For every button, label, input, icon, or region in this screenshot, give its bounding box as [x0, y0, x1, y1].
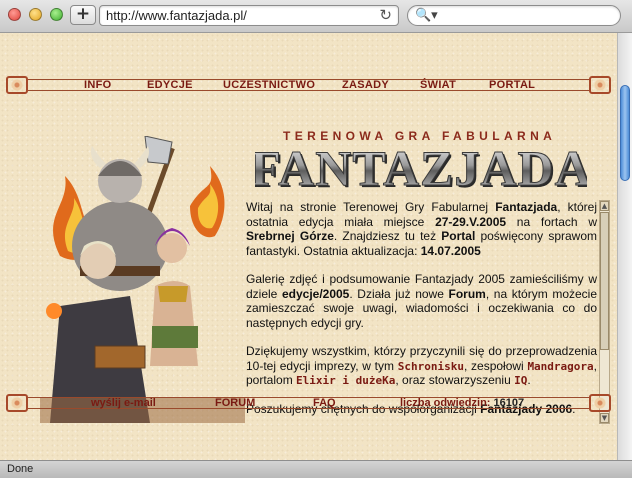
search-icon[interactable]: 🔍▾ [415, 7, 438, 24]
site-logo: FANTAZJADA FANTAZJADA [255, 140, 587, 199]
new-tab-icon: + [75, 4, 91, 24]
girl-top [158, 286, 188, 302]
search-field[interactable]: 🔍▾ [407, 5, 621, 26]
text-run: Witaj na stronie Terenowej Gry Fabularne… [246, 200, 496, 214]
nav-send-email[interactable]: wyślij e-mail [91, 397, 156, 409]
text-run: . [527, 373, 531, 387]
scroll-down-icon[interactable]: ▼ [600, 413, 609, 423]
nav-zasady[interactable]: ZASADY [342, 79, 389, 91]
axe-blade [144, 136, 173, 165]
visit-counter: liczba odwiedzin: 16107 [400, 397, 524, 409]
nav-portal[interactable]: PORTAL [489, 79, 535, 91]
text-run: , oraz stowarzyszeniu [395, 373, 515, 387]
bottom-navigation: wyślij e-mail FORUM FAQ liczba odwiedzin… [6, 394, 611, 412]
ornament-left-bottom [6, 394, 28, 412]
bold-text: edycje/2005 [281, 286, 350, 301]
paragraph-welcome: Witaj na stronie Terenowej Gry Fabularne… [246, 200, 597, 258]
page-scrollbar[interactable] [617, 33, 632, 460]
ornament-right [589, 76, 611, 94]
partner-link[interactable]: IQ [514, 374, 527, 387]
nav-info[interactable]: INFO [84, 79, 111, 91]
status-bar: Done [0, 460, 632, 478]
nav-swiat[interactable]: ŚWIAT [420, 79, 456, 91]
nav-edycje[interactable]: EDYCJE [147, 79, 193, 91]
ornament-right-bottom [589, 394, 611, 412]
bold-text: Srebrnej Górze [246, 229, 334, 243]
bold-text: 27-29.V.2005 [435, 214, 507, 229]
text-scroll-thumb[interactable] [600, 212, 609, 350]
nav-uczestnictwo[interactable]: UCZESTNICTWO [223, 79, 315, 91]
girl-head [157, 233, 187, 263]
girl-skirt [152, 326, 198, 348]
counter-label: liczba odwiedzin: [400, 397, 491, 409]
new-tab-button[interactable]: + [70, 5, 96, 25]
bold-text: Forum [448, 286, 486, 301]
paragraph-gallery: Galerię zdjęć i podsumowanie Fantazjady … [246, 272, 597, 330]
text-run: . Znajdziesz tu też [333, 229, 442, 243]
characters-illustration [40, 136, 245, 423]
text-run: na fortach w [506, 214, 597, 229]
magic-orb [46, 303, 62, 319]
zoom-window-button[interactable] [50, 8, 63, 21]
scroll-up-icon[interactable]: ▲ [600, 201, 609, 211]
nav-faq[interactable]: FAQ [313, 397, 336, 409]
minimize-window-button[interactable] [29, 8, 42, 21]
page-viewport: INFO EDYCJE UCZESTNICTWO ZASADY ŚWIAT PO… [0, 33, 617, 460]
counter-value: 16107 [493, 397, 525, 409]
text-scrollbar[interactable]: ▲ ▼ [599, 200, 610, 424]
close-window-button[interactable] [8, 8, 21, 21]
status-text: Done [7, 463, 34, 475]
barbarian-horn-left [91, 146, 106, 168]
partner-link[interactable]: Schronisku [398, 360, 464, 373]
url-text[interactable]: http://www.fantazjada.pl/ [106, 8, 247, 23]
logo-text: FANTAZJADA [255, 140, 587, 196]
page-scroll-thumb[interactable] [620, 85, 630, 181]
top-navigation: INFO EDYCJE UCZESTNICTWO ZASADY ŚWIAT PO… [6, 76, 611, 94]
ornament-left [6, 76, 28, 94]
address-bar[interactable]: http://www.fantazjada.pl/ ↻ [99, 5, 399, 26]
nav-forum[interactable]: FORUM [215, 397, 255, 409]
bold-text: Portal [441, 229, 476, 243]
barbarian-horn-right [134, 146, 149, 168]
bold-text: Fantazjada [495, 200, 558, 214]
browser-toolbar: + http://www.fantazjada.pl/ ↻ 🔍▾ [0, 0, 632, 33]
reload-icon[interactable]: ↻ [379, 7, 392, 24]
partner-link[interactable]: Mandragora [527, 360, 593, 373]
partner-link[interactable]: Elixir i dużeKa [296, 374, 395, 387]
paragraph-thanks: Dziękujemy wszystkim, którzy przyczynili… [246, 344, 597, 388]
main-text-panel: Witaj na stronie Terenowej Gry Fabularne… [246, 200, 597, 424]
book [94, 345, 146, 369]
text-run: , zespołowi [463, 358, 528, 373]
text-run: . Działa już nowe [349, 286, 449, 301]
bold-text: 14.07.2005 [420, 243, 481, 258]
